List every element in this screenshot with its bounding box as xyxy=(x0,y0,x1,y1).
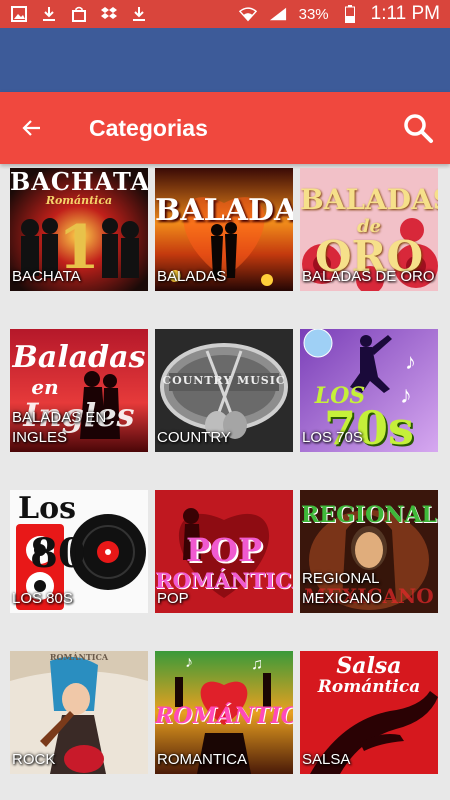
art-title: COUNTRY MUSIC xyxy=(162,374,286,387)
back-button[interactable] xyxy=(0,92,64,164)
art-title: REGIONAL xyxy=(301,502,437,528)
clock: 1:11 PM xyxy=(370,3,440,24)
category-label: BALADAS DE ORO xyxy=(302,268,435,285)
svg-text:♪: ♪ xyxy=(185,654,193,671)
search-button[interactable] xyxy=(386,92,450,164)
category-tile-country[interactable]: COUNTRY MUSIC COUNTRY xyxy=(155,329,293,452)
category-label: LOS 70S xyxy=(302,429,363,446)
arrow-left-icon xyxy=(22,120,40,136)
page-title: Categorias xyxy=(89,114,208,141)
system-status: 33% 1:11 PM xyxy=(238,3,440,25)
category-tile-baladas-de-oro[interactable]: BALADAS de ORO BALADAS DE ORO xyxy=(300,168,438,291)
art-title: BALADAS xyxy=(155,193,293,228)
category-tile-pop[interactable]: POP ROMÁNTICA POP xyxy=(155,490,293,613)
art-subtitle: en xyxy=(31,375,59,399)
category-tile-romantica[interactable]: ♪ ♫ ROMÁNTICA ROMANTICA xyxy=(155,651,293,774)
category-label: BALADAS EN INGLES xyxy=(12,409,107,446)
signal-icon xyxy=(269,5,287,23)
battery-icon xyxy=(341,5,359,23)
shopping-bag-icon xyxy=(70,5,88,23)
art-title: Salsa xyxy=(336,653,402,679)
category-label: SALSA xyxy=(302,751,351,768)
category-label: ROCK xyxy=(12,751,56,768)
app-toolbar: Categorias xyxy=(0,92,450,164)
status-bar: 33% 1:11 PM xyxy=(0,0,450,28)
art-title: BALADAS xyxy=(300,183,438,216)
art-title-2: ROMÁNTICA xyxy=(155,568,293,593)
svg-text:♫: ♫ xyxy=(251,656,263,673)
category-label: BACHATA xyxy=(12,268,81,285)
gallery-icon xyxy=(10,5,28,23)
art-title: POP xyxy=(186,531,262,569)
category-label: COUNTRY xyxy=(157,429,231,446)
art-title: ROMÁNTICA xyxy=(155,703,293,729)
wifi-icon xyxy=(238,5,257,23)
category-tile-salsa[interactable]: Salsa Romántica SALSA xyxy=(300,651,438,774)
art-subtitle: Romántica xyxy=(317,677,421,697)
category-tile-los-70s[interactable]: ♪ ♪ LOS 70s LOS 70S xyxy=(300,329,438,452)
banner-strip xyxy=(0,28,450,92)
notification-icons xyxy=(10,5,148,23)
category-label: BALADAS xyxy=(157,268,227,285)
category-label: ROMANTICA xyxy=(157,751,247,768)
svg-text:♪: ♪ xyxy=(405,349,416,374)
download-icon xyxy=(130,5,148,23)
art-title: Los xyxy=(18,491,76,526)
category-tile-baladas[interactable]: BALADAS BALADAS xyxy=(155,168,293,291)
art-subtitle: Romántica xyxy=(45,194,113,207)
category-grid: 1 BACHATA Romántica BACHATA BALADAS BALA… xyxy=(10,168,440,774)
category-tile-baladas-en-ingles[interactable]: Baladas en Ingles BALADAS EN INGLES xyxy=(10,329,148,452)
search-icon xyxy=(404,114,433,143)
battery-percent: 33% xyxy=(298,5,329,23)
category-label: LOS 80S xyxy=(12,590,73,607)
category-tile-rock[interactable]: ROMÁNTICA ROCK xyxy=(10,651,148,774)
art-title-2: 80 xyxy=(30,530,86,577)
category-label: POP xyxy=(157,590,189,607)
dropbox-icon xyxy=(100,5,118,23)
art-title: BACHATA xyxy=(10,168,148,196)
category-label: REGIONAL MEXICANO xyxy=(302,570,383,607)
category-tile-bachata[interactable]: 1 BACHATA Romántica BACHATA xyxy=(10,168,148,291)
art-title: Baladas xyxy=(12,340,146,375)
category-tile-los-80s[interactable]: Los 80 LOS 80S xyxy=(10,490,148,613)
download-icon xyxy=(40,5,58,23)
art-title: ROMÁNTICA xyxy=(49,652,109,662)
category-tile-regional-mexicano[interactable]: REGIONAL MEXICANO REGIONAL MEXICANO xyxy=(300,490,438,613)
